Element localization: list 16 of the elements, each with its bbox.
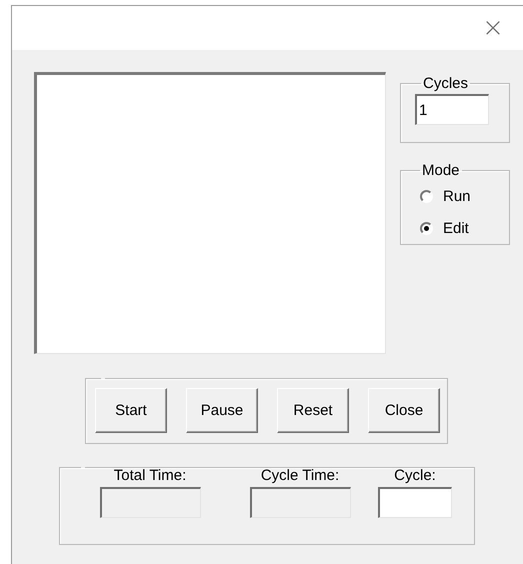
field-label: Total Time: [114,468,186,484]
field-label: Cycle: [394,468,436,484]
cycles-field[interactable]: 1 [415,94,489,125]
field-label: Cycle Time: [260,468,340,484]
close-button[interactable]: × [481,16,505,40]
radio-button[interactable] [420,190,433,202]
radio-label: Edit [443,220,469,236]
group-label: Cycles [423,75,468,92]
action-button[interactable]: Start [95,388,167,433]
action-button[interactable]: Pause [186,388,258,433]
readout-field[interactable] [378,487,452,518]
group-label: Mode [422,162,460,179]
action-button[interactable]: Close [368,388,440,433]
action-button[interactable]: Reset [277,388,349,433]
radio-label: Run [443,188,471,204]
radio-button[interactable] [420,222,433,234]
